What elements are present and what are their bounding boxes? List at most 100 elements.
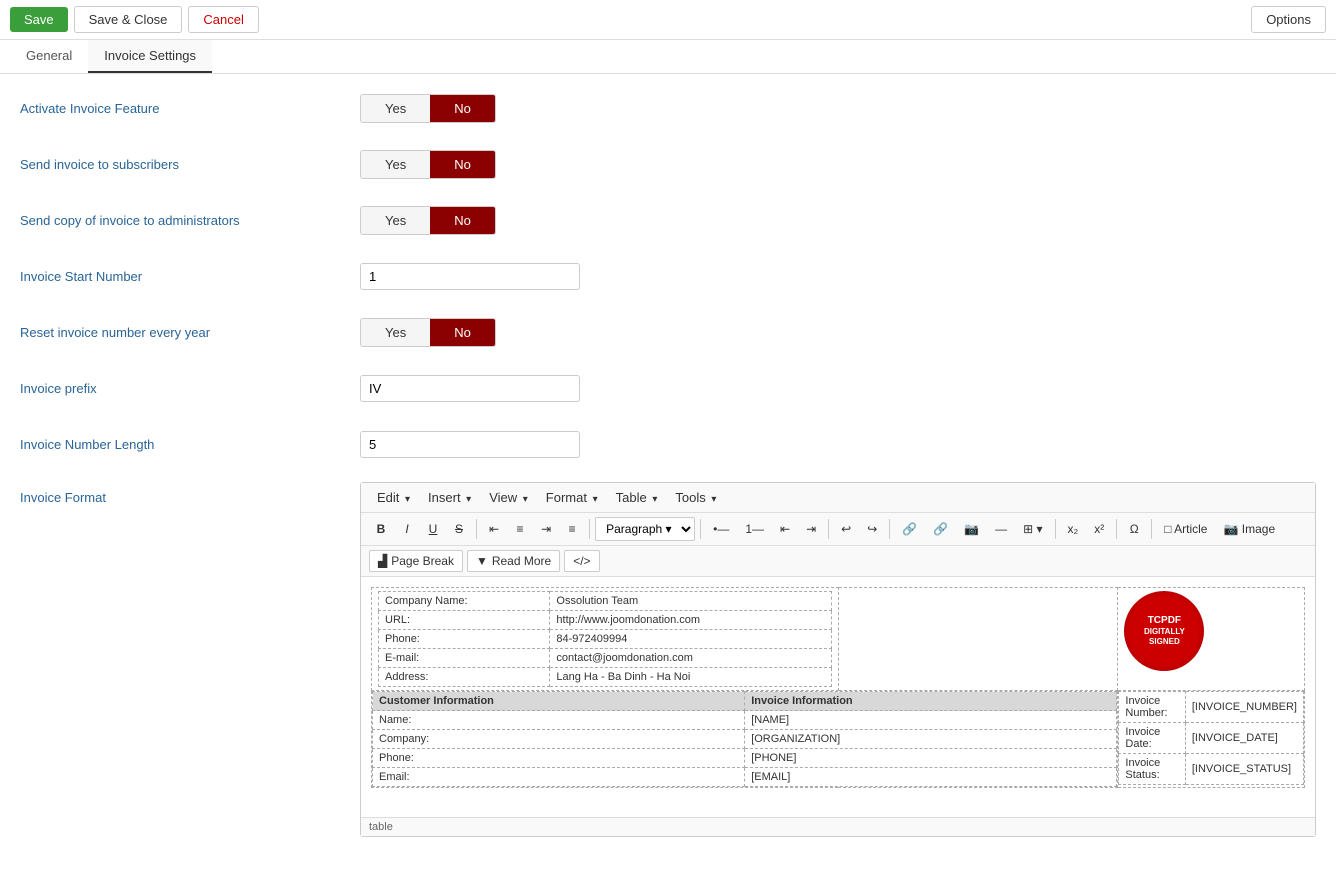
send-copy-admin-label: Send copy of invoice to administrators xyxy=(20,213,360,228)
underline-button[interactable]: U xyxy=(421,518,445,540)
invoice-info-header: Invoice Information xyxy=(745,692,1117,711)
invoice-prefix-input[interactable] xyxy=(360,375,580,402)
editor-menu-view[interactable]: View ▾ xyxy=(481,487,536,508)
table-button[interactable]: ⊞ ▾ xyxy=(1016,518,1049,540)
customer-name-value: [NAME] xyxy=(745,711,1117,730)
send-copy-admin-yes[interactable]: Yes xyxy=(361,207,430,234)
increase-indent-button[interactable]: ⇥ xyxy=(799,518,823,540)
bold-button[interactable]: B xyxy=(369,518,393,540)
reset-invoice-number-no[interactable]: No xyxy=(430,319,495,346)
image-button[interactable]: 📷 xyxy=(957,518,986,540)
activate-invoice-label: Activate Invoice Feature xyxy=(20,101,360,116)
invoice-format-row: Invoice Format Edit ▾ Insert ▾ View ▾ Fo… xyxy=(20,482,1316,837)
customer-email-label: Email: xyxy=(373,768,745,787)
cust-email-row: Email: [EMAIL] xyxy=(373,768,1117,787)
editor-menu-insert[interactable]: Insert ▾ xyxy=(420,487,479,508)
inv-date-label: Invoice Date: xyxy=(1119,723,1185,754)
editor-content-area[interactable]: Company Name: Ossolution Team URL: http:… xyxy=(361,577,1315,817)
align-right-button[interactable]: ⇥ xyxy=(534,518,558,540)
invoice-start-number-input[interactable] xyxy=(360,263,580,290)
inv-date-value: [INVOICE_DATE] xyxy=(1185,723,1303,754)
cust-phone-invoice-status-row: Phone: [PHONE] xyxy=(373,749,1117,768)
customer-company-value: [ORGANIZATION] xyxy=(745,730,1117,749)
customer-phone-value: [PHONE] xyxy=(745,749,1117,768)
invoice-number-row: Invoice Number: [INVOICE_NUMBER] xyxy=(1119,692,1304,723)
email-value: contact@joomdonation.com xyxy=(550,649,831,668)
read-more-icon: ▼ xyxy=(476,554,488,568)
decrease-indent-button[interactable]: ⇤ xyxy=(773,518,797,540)
customer-name-label: Name: xyxy=(373,711,745,730)
company-info-row: Company Name: Ossolution Team URL: http:… xyxy=(372,588,1305,691)
superscript-button[interactable]: x² xyxy=(1087,518,1111,540)
invoice-number-length-label: Invoice Number Length xyxy=(20,437,360,452)
empty-cell xyxy=(838,588,1118,691)
invoice-status-row: Invoice Status: [INVOICE_STATUS] xyxy=(1119,754,1304,785)
align-center-button[interactable]: ≡ xyxy=(508,518,532,540)
company-name-row: Company Name: Ossolution Team xyxy=(379,592,832,611)
align-left-button[interactable]: ⇤ xyxy=(482,518,506,540)
activate-invoice-yes[interactable]: Yes xyxy=(361,95,430,122)
reset-invoice-number-yes[interactable]: Yes xyxy=(361,319,430,346)
send-invoice-subscribers-no[interactable]: No xyxy=(430,151,495,178)
editor-toolbar: B I U S ⇤ ≡ ⇥ ≡ Paragraph ▾ Heading 1 He… xyxy=(361,513,1315,546)
tab-invoice-settings[interactable]: Invoice Settings xyxy=(88,40,212,73)
undo-button[interactable]: ↩ xyxy=(834,518,858,540)
invoice-number-length-input[interactable] xyxy=(360,431,580,458)
editor-menu-format[interactable]: Format ▾ xyxy=(538,487,606,508)
subscript-button[interactable]: x₂ xyxy=(1061,518,1086,540)
reset-invoice-number-label: Reset invoice number every year xyxy=(20,325,360,340)
editor-toolbar2: ▟ Page Break ▼ Read More </> xyxy=(361,546,1315,577)
send-copy-admin-row: Send copy of invoice to administrators Y… xyxy=(20,202,1316,238)
activate-invoice-row: Activate Invoice Feature Yes No xyxy=(20,90,1316,126)
numbered-list-button[interactable]: 1— xyxy=(738,518,771,540)
save-close-button[interactable]: Save & Close xyxy=(74,6,183,33)
email-row: E-mail: contact@joomdonation.com xyxy=(379,649,832,668)
invoice-format-label: Invoice Format xyxy=(20,482,360,505)
editor-menu-edit[interactable]: Edit ▾ xyxy=(369,487,418,508)
send-invoice-subscribers-label: Send invoice to subscribers xyxy=(20,157,360,172)
image-insert-button[interactable]: 📷 Image xyxy=(1216,518,1282,540)
address-label: Address: xyxy=(379,668,550,687)
logo-cell: TCPDF DIGITALLY SIGNED xyxy=(1118,588,1305,691)
paragraph-select[interactable]: Paragraph ▾ Heading 1 Heading 2 xyxy=(595,517,695,541)
invoice-start-number-label: Invoice Start Number xyxy=(20,269,360,284)
customer-info-header: Customer Information xyxy=(373,692,745,711)
send-invoice-subscribers-row: Send invoice to subscribers Yes No xyxy=(20,146,1316,182)
special-char-button[interactable]: Ω xyxy=(1122,518,1146,540)
company-invoice-date-row: Company: [ORGANIZATION] xyxy=(373,730,1117,749)
activate-invoice-toggle: Yes No xyxy=(360,94,496,123)
invoice-format-editor: Edit ▾ Insert ▾ View ▾ Format ▾ Table ▾ … xyxy=(360,482,1316,837)
save-button[interactable]: Save xyxy=(10,7,68,32)
inv-number-value: [INVOICE_NUMBER] xyxy=(1185,692,1303,723)
top-bar: Save Save & Close Cancel Options xyxy=(0,0,1336,40)
redo-button[interactable]: ↪ xyxy=(860,518,884,540)
activate-invoice-no[interactable]: No xyxy=(430,95,495,122)
url-value: http://www.joomdonation.com xyxy=(550,611,831,630)
editor-menu-table[interactable]: Table ▾ xyxy=(608,487,666,508)
page-break-icon: ▟ xyxy=(378,554,387,568)
page-break-button[interactable]: ▟ Page Break xyxy=(369,550,463,572)
cancel-button[interactable]: Cancel xyxy=(188,6,258,33)
toolbar-sep-8 xyxy=(1151,519,1152,539)
reset-invoice-number-toggle: Yes No xyxy=(360,318,496,347)
options-button[interactable]: Options xyxy=(1251,6,1326,33)
source-button[interactable]: </> xyxy=(564,550,599,572)
unlink-button[interactable]: 🔗 xyxy=(926,518,955,540)
send-invoice-subscribers-yes[interactable]: Yes xyxy=(361,151,430,178)
article-button[interactable]: □ Article xyxy=(1157,518,1214,540)
hr-button[interactable]: — xyxy=(988,518,1014,540)
address-value: Lang Ha - Ba Dinh - Ha Noi xyxy=(550,668,831,687)
send-copy-admin-no[interactable]: No xyxy=(430,207,495,234)
customer-email-value: [EMAIL] xyxy=(745,768,1117,787)
strikethrough-button[interactable]: S xyxy=(447,518,471,540)
invoice-prefix-row: Invoice prefix xyxy=(20,370,1316,406)
send-copy-admin-toggle: Yes No xyxy=(360,206,496,235)
italic-button[interactable]: I xyxy=(395,518,419,540)
link-button[interactable]: 🔗 xyxy=(895,518,924,540)
tab-general[interactable]: General xyxy=(10,40,88,73)
editor-menu-tools[interactable]: Tools ▾ xyxy=(667,487,724,508)
read-more-button[interactable]: ▼ Read More xyxy=(467,550,560,572)
align-justify-button[interactable]: ≡ xyxy=(560,518,584,540)
bullet-list-button[interactable]: •— xyxy=(706,518,736,540)
toolbar-sep-3 xyxy=(700,519,701,539)
